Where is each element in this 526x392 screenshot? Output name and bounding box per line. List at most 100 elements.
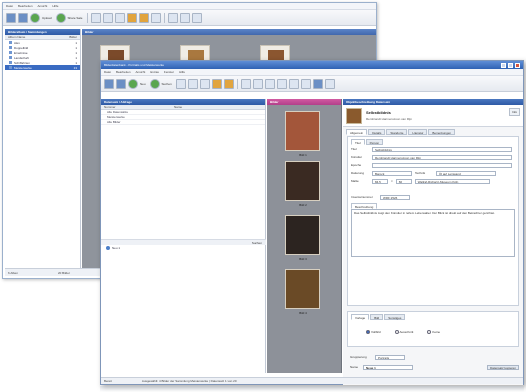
tab-titel[interactable]: Titel	[351, 139, 365, 145]
tab-person[interactable]: Person	[365, 139, 384, 145]
menu-item[interactable]: Ansicht	[38, 4, 48, 8]
radio-option[interactable]: Keine	[427, 330, 440, 335]
album-icon	[9, 51, 12, 54]
tab-allgemein[interactable]: Allgemein	[346, 129, 368, 135]
export-icon[interactable]	[312, 78, 323, 89]
maximize-icon[interactable]	[508, 62, 513, 68]
image-icon[interactable]	[211, 78, 222, 89]
tab-beschreibung[interactable]: Beschreibung	[351, 203, 378, 209]
view-thumb-icon[interactable]	[187, 78, 198, 89]
view-list-icon[interactable]	[175, 78, 186, 89]
radio-option[interactable]: Vollbild	[366, 330, 381, 335]
radio-option[interactable]: Ausschnitt	[394, 330, 413, 335]
tab-sonstiges[interactable]: Sonstiges	[384, 314, 406, 320]
radio-button[interactable]	[427, 330, 432, 335]
tab-standorte[interactable]: Standorte	[386, 129, 408, 135]
query-item[interactable]: Alle Bilder	[101, 120, 265, 125]
tab-details[interactable]: Details	[368, 129, 386, 135]
col-album-count[interactable]: Bilder	[69, 35, 77, 39]
forward-icon[interactable]	[192, 12, 203, 23]
menu-item[interactable]: Bearbeiten	[116, 70, 131, 74]
title-field[interactable]: Selbstbildnis	[372, 146, 512, 152]
first-icon[interactable]	[288, 78, 299, 89]
folder-icon[interactable]	[104, 78, 114, 89]
upload-label[interactable]: Upload	[42, 16, 52, 20]
col-number[interactable]: Nummer	[104, 105, 116, 109]
undo-icon[interactable]	[252, 78, 263, 89]
back-icon[interactable]	[180, 12, 191, 23]
save-icon[interactable]	[116, 78, 126, 89]
tree-item[interactable]: Neu 1	[101, 245, 266, 251]
height-field[interactable]: 66	[395, 178, 412, 184]
slideshow-icon[interactable]	[223, 78, 234, 89]
tab-bild[interactable]: Bild	[370, 314, 384, 320]
group-field[interactable]: Portraits	[375, 354, 405, 360]
query-search-button[interactable]: Suchen	[252, 241, 262, 245]
forward-icon[interactable]	[276, 78, 287, 89]
description-textarea[interactable]: Das Selbstbildnis zeigt den Künstler in …	[351, 209, 515, 257]
folder-icon[interactable]	[6, 12, 16, 23]
last-icon[interactable]	[300, 78, 311, 89]
settings-icon[interactable]	[324, 78, 335, 89]
tree-item-label: Neu 1	[112, 246, 121, 250]
status-info: Ausgewählt: 4 Bilder der Sammlung Meiste…	[141, 379, 237, 383]
radio-button[interactable]	[394, 330, 399, 335]
portrait-thumbnail[interactable]	[285, 215, 320, 255]
print-icon[interactable]	[151, 12, 162, 23]
radio-button[interactable]	[366, 330, 370, 335]
slideshow-icon[interactable]	[139, 12, 150, 23]
tab-literatur[interactable]: Literatur	[408, 129, 428, 135]
search-icon[interactable]	[149, 78, 160, 89]
date-field[interactable]: Barock	[372, 170, 412, 176]
grid-header: Bilder	[82, 29, 376, 35]
album-icon	[9, 56, 12, 59]
image-icon[interactable]	[127, 12, 138, 23]
share-icon[interactable]	[55, 12, 66, 23]
status-ready: Bereit	[104, 379, 112, 383]
minimize-icon[interactable]	[501, 62, 506, 68]
artist-field[interactable]: Rembrandt Harmenszoon van Rijn	[372, 154, 512, 160]
record-tabs: Allgemein Details Standorte Literatur Be…	[343, 129, 523, 135]
col-album-name[interactable]: Album Name	[8, 35, 25, 39]
tab-vorlage[interactable]: Vorlage	[351, 314, 370, 320]
col-name[interactable]: Name	[174, 105, 182, 109]
view-grid-icon[interactable]	[199, 78, 210, 89]
view-list-icon[interactable]	[91, 12, 102, 23]
delete-icon[interactable]	[168, 12, 179, 23]
save-icon[interactable]	[18, 12, 28, 23]
close-icon[interactable]	[515, 62, 520, 68]
album-item-selected[interactable]: Meisterwerke 13	[5, 65, 80, 70]
view-thumb-icon[interactable]	[103, 12, 114, 23]
location-field[interactable]: Wallraf-Richartz-Museum Köln	[414, 178, 490, 184]
portrait-thumbnail[interactable]	[285, 161, 320, 201]
menu-item[interactable]: Extras	[150, 70, 159, 74]
tab-bemerkungen[interactable]: Bemerkungen	[428, 129, 456, 135]
share-label[interactable]: Share Sale	[68, 16, 83, 20]
portrait-thumbnail-selected[interactable]	[285, 269, 320, 309]
upload-icon[interactable]	[30, 12, 40, 23]
inventory-field[interactable]: WRF 2526	[380, 194, 410, 200]
epoch-field[interactable]	[372, 162, 512, 168]
delete-icon[interactable]	[240, 78, 251, 89]
record-subtitle: Rembrandt Harmenszoon van Rijn	[366, 117, 413, 121]
menu-item[interactable]: Ansicht	[136, 70, 146, 74]
search-label[interactable]: Suchen	[162, 82, 172, 86]
name-field[interactable]: Neue 1	[363, 364, 413, 370]
back-icon[interactable]	[264, 78, 275, 89]
view-grid-icon[interactable]	[115, 12, 126, 23]
new-icon[interactable]	[128, 78, 138, 89]
new-label[interactable]: Neu	[140, 82, 146, 86]
portrait-thumbnail[interactable]	[285, 111, 320, 151]
menu-item[interactable]: Hilfe	[179, 70, 185, 74]
copy-record-button[interactable]: Datensatz kopieren	[487, 364, 519, 370]
menu-item[interactable]: Fenster	[164, 70, 174, 74]
menu-item[interactable]: Hilfe	[52, 4, 58, 8]
menu-item[interactable]: Bearbeiten	[18, 4, 33, 8]
menu-item[interactable]: Datei	[104, 70, 111, 74]
width-field[interactable]: 84,5	[372, 178, 388, 184]
menu-item[interactable]: Datei	[6, 4, 13, 8]
info-button[interactable]: Info	[508, 108, 520, 116]
album-label: Doppelbild	[14, 45, 29, 50]
field-row: Inventarnummer WRF 2526	[348, 193, 518, 201]
technique-field[interactable]: Öl auf Leinwand	[436, 170, 496, 176]
